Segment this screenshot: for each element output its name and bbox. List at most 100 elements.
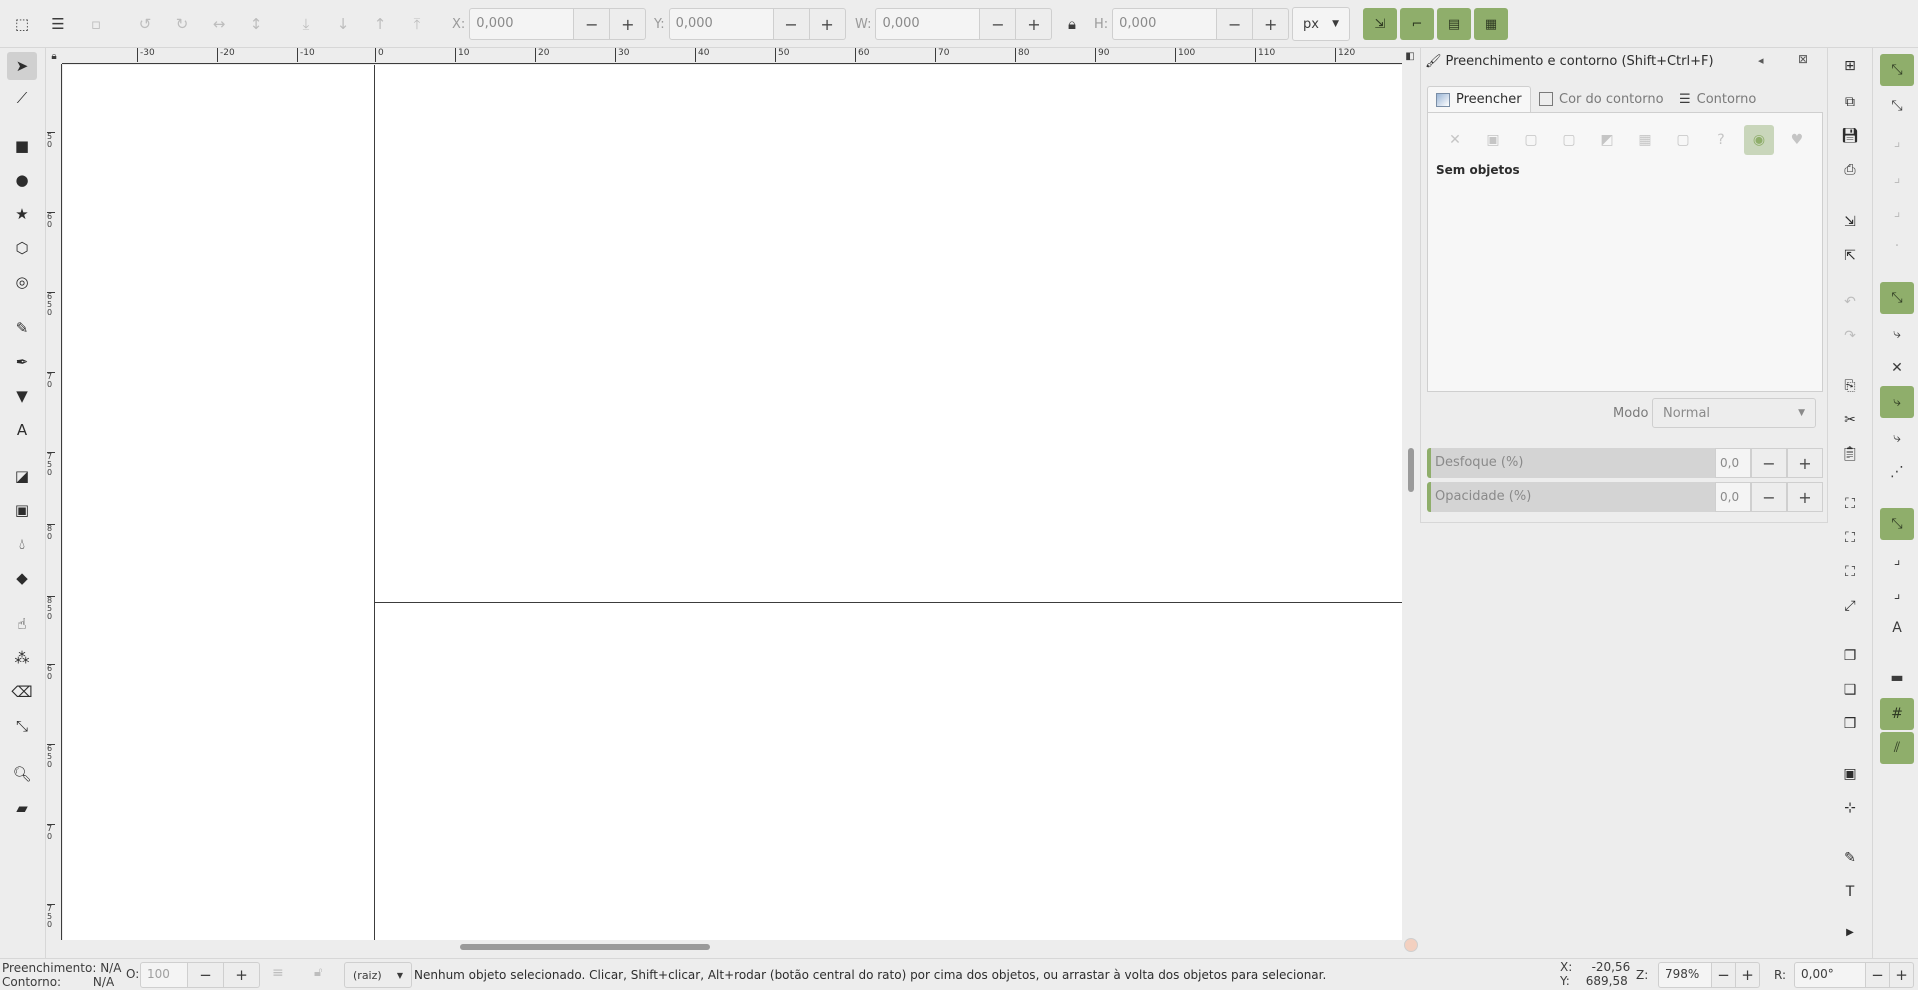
scale-corners-toggle[interactable]: ⌐ (1400, 8, 1434, 40)
cut-icon[interactable]: ✂ (1836, 406, 1864, 434)
h-input[interactable]: 0,000 (1112, 8, 1218, 40)
spray-tool-icon[interactable]: ⁂ (7, 644, 37, 672)
dropper-tool-icon[interactable]: 💧︎ (7, 530, 37, 558)
x-increment-button[interactable]: + (610, 8, 647, 40)
snap-bbox-center-icon[interactable]: · (1880, 230, 1914, 262)
fill-rule-evenodd-icon[interactable]: ◉ (1744, 125, 1774, 155)
spiral-tool-icon[interactable]: ◎ (7, 268, 37, 296)
paint-bucket-tool-icon[interactable]: ◆ (7, 564, 37, 592)
w-input[interactable]: 0,000 (875, 8, 981, 40)
snap-nodes-toggle[interactable]: ⤡ (1880, 282, 1914, 314)
raise-icon[interactable]: ↑ (368, 12, 392, 36)
undo-icon[interactable]: ↶ (1836, 288, 1864, 316)
snap-intersection-icon[interactable]: ✕ (1880, 352, 1914, 384)
color-managed-icon[interactable] (1404, 938, 1418, 952)
flip-horizontal-icon[interactable]: ↔ (207, 12, 231, 36)
lock-layer-icon[interactable]: 🔓︎ (314, 965, 322, 980)
eraser-tool-icon[interactable]: ⌫ (7, 678, 37, 706)
opacity-input[interactable]: 100 (140, 962, 188, 988)
snap-path-icon[interactable]: ⤷ (1880, 318, 1914, 350)
transform-gradients-toggle[interactable]: ▤ (1437, 8, 1471, 40)
rotate-cw-icon[interactable]: ↻ (170, 12, 194, 36)
ungroup-icon[interactable]: ⊹ (1836, 794, 1864, 822)
snap-bbox-edge-icon[interactable]: ⌟ (1880, 126, 1914, 158)
blur-increment-button[interactable]: + (1787, 448, 1823, 478)
copy-icon[interactable]: ⎘ (1836, 372, 1864, 400)
zoom-drawing-icon[interactable]: ⛶ (1836, 524, 1864, 552)
guide-lock-icon[interactable]: 🔒︎ (46, 48, 62, 64)
unset-paint-icon[interactable]: ? (1706, 125, 1736, 155)
opacity-increment-button[interactable]: + (224, 962, 260, 988)
y-decrement-button[interactable]: − (773, 8, 810, 40)
open-document-icon[interactable]: ⧉ (1836, 88, 1864, 116)
pen-tool-icon[interactable]: ✒ (7, 348, 37, 376)
snap-grid-toggle[interactable]: # (1880, 698, 1914, 730)
vertical-scrollbar[interactable] (1408, 448, 1414, 492)
opacity-decrement-button[interactable]: − (188, 962, 224, 988)
text-tool-icon[interactable]: A (7, 416, 37, 444)
snap-text-baseline-icon[interactable]: A (1880, 612, 1914, 644)
blend-mode-select[interactable]: Normal ▼ (1652, 398, 1816, 428)
opacity-decrement-button[interactable]: − (1751, 482, 1787, 512)
3d-box-tool-icon[interactable]: ⬡ (7, 234, 37, 262)
snap-smooth-icon[interactable]: ⤷ (1880, 422, 1914, 454)
tab-stroke-paint[interactable]: Cor do contorno (1539, 86, 1664, 112)
zoom-width-icon[interactable]: ⤢ (1836, 592, 1864, 620)
horizontal-scrollbar[interactable] (460, 944, 710, 950)
y-input[interactable]: 0,000 (668, 8, 774, 40)
redo-icon[interactable]: ↷ (1836, 322, 1864, 350)
snap-center-icon[interactable]: ⌟ (1880, 544, 1914, 576)
export-icon[interactable]: ⇱ (1836, 242, 1864, 270)
zoom-input[interactable]: 798% (1658, 962, 1712, 988)
snap-cusp-toggle[interactable]: ⤷ (1880, 386, 1914, 418)
fill-rule-nonzero-icon[interactable]: ♥ (1782, 125, 1812, 155)
save-icon[interactable]: 💾︎ (1836, 122, 1864, 150)
snap-guides-toggle[interactable]: ⫽ (1880, 732, 1914, 764)
layer-select[interactable]: (raiz) ▼ (344, 962, 412, 988)
zoom-in-button[interactable]: + (1736, 962, 1760, 988)
text-font-icon[interactable]: T (1836, 878, 1864, 906)
group-icon[interactable]: ▣ (1836, 760, 1864, 788)
rectangle-tool-icon[interactable]: ■ (7, 132, 37, 160)
close-icon[interactable]: ⊠ (1798, 52, 1808, 66)
mesh-gradient-icon[interactable]: ◩ (1592, 125, 1622, 155)
select-all-icon[interactable]: ⬚ (10, 12, 34, 36)
star-tool-icon[interactable]: ★ (7, 200, 37, 228)
ellipse-tool-icon[interactable]: ● (7, 166, 37, 194)
tab-fill[interactable]: Preencher (1427, 86, 1531, 112)
x-decrement-button[interactable]: − (574, 8, 611, 40)
paste-icon[interactable]: 📋︎ (1836, 440, 1864, 468)
more-commands-icon[interactable]: ▶ (1836, 918, 1864, 946)
snap-bbox-icon[interactable]: ⤡ (1880, 90, 1914, 122)
fill-stroke-icon[interactable]: ✎ (1836, 844, 1864, 872)
duplicate-icon[interactable]: ❐ (1836, 642, 1864, 670)
x-input[interactable]: 0,000 (469, 8, 575, 40)
zoom-selection-icon[interactable]: ⛶ (1836, 490, 1864, 518)
new-document-icon[interactable]: ⊞ (1836, 52, 1864, 80)
opacity-increment-button[interactable]: + (1787, 482, 1823, 512)
raise-to-top-icon[interactable]: ⤒ (405, 12, 429, 36)
import-icon[interactable]: ⇲ (1836, 208, 1864, 236)
snap-enable-toggle[interactable]: ⤡ (1880, 54, 1914, 86)
y-increment-button[interactable]: + (809, 8, 846, 40)
snap-bbox-midpoint-icon[interactable]: ⌟ (1880, 196, 1914, 228)
w-increment-button[interactable]: + (1016, 8, 1053, 40)
snap-midpoint-icon[interactable]: ⋰ (1880, 456, 1914, 488)
hide-layer-icon[interactable]: ≡ (272, 965, 284, 981)
no-paint-icon[interactable]: ✕ (1440, 125, 1470, 155)
pattern-icon[interactable]: ▦ (1630, 125, 1660, 155)
linear-gradient-icon[interactable]: ▢ (1516, 125, 1546, 155)
blur-input[interactable]: 0,0 (1715, 448, 1751, 478)
tweak-tool-icon[interactable]: ☝ (7, 610, 37, 638)
mesh-tool-icon[interactable]: ▣ (7, 496, 37, 524)
snap-rotation-center-icon[interactable]: ⌟ (1880, 578, 1914, 610)
rotate-decrement-button[interactable]: − (1866, 962, 1890, 988)
lower-icon[interactable]: ↓ (331, 12, 355, 36)
rotate-ccw-icon[interactable]: ↺ (133, 12, 157, 36)
zoom-page-icon[interactable]: ⛶ (1836, 558, 1864, 586)
lock-ratio-icon[interactable]: 🔒︎ (1060, 12, 1084, 36)
dock-undock-icon[interactable]: ◂ (1758, 54, 1764, 67)
select-all-layers-icon[interactable]: ☰ (46, 12, 70, 36)
rotate-increment-button[interactable]: + (1890, 962, 1914, 988)
measure-tool-icon[interactable]: ▰ (7, 794, 37, 822)
